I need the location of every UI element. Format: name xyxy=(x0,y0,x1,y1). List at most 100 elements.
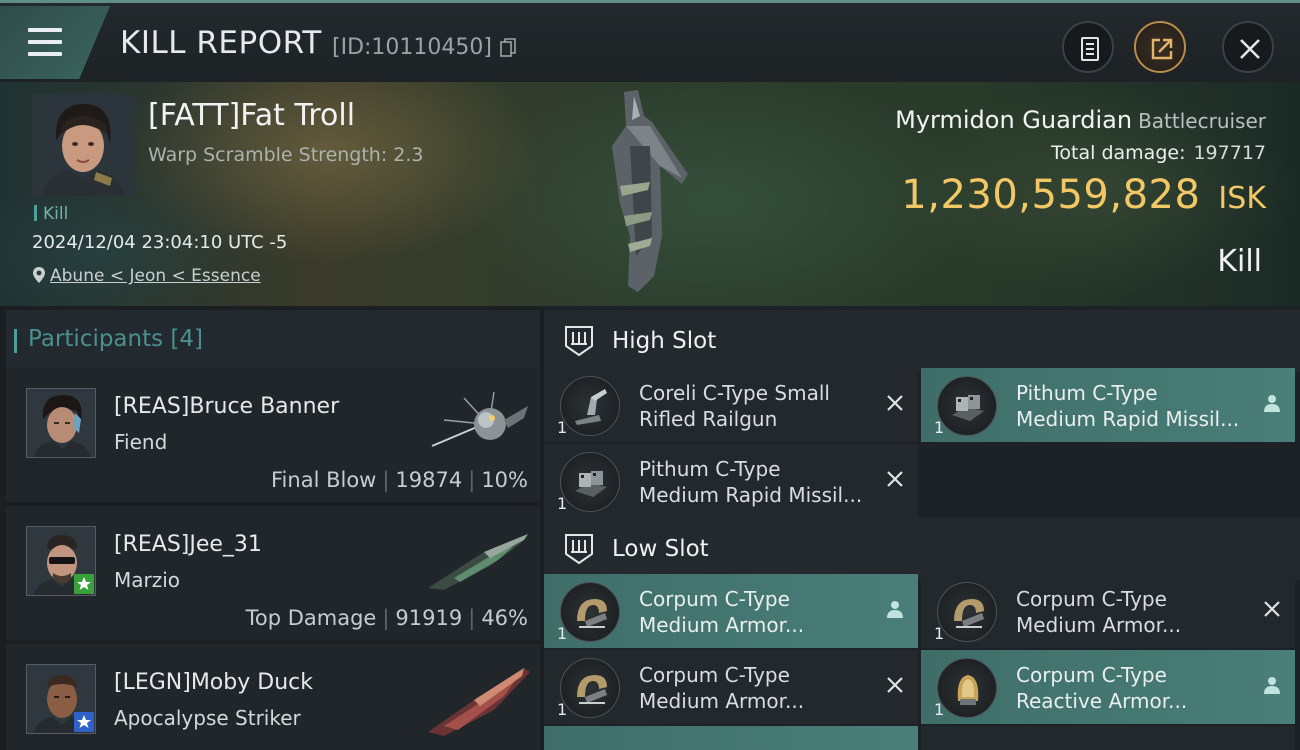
participant-ship: Fiend xyxy=(114,430,168,454)
module-item[interactable]: 1 Corpum C-Type Reactive Armor... xyxy=(921,650,1295,724)
low-slot-header: Low Slot xyxy=(544,518,1300,580)
module-quantity: 1 xyxy=(557,418,568,437)
dropped-person-icon xyxy=(887,601,903,618)
module-name: Corpum C-Type Medium Armor... xyxy=(639,663,805,713)
module-item[interactable]: 1 Pithum C-Type Medium Rapid Missil... xyxy=(544,444,918,518)
participant-damage: 91919 xyxy=(395,606,463,630)
module-name: Corpum C-Type Medium Armor... xyxy=(1016,587,1182,637)
isk-value-row: 1,230,559,828 ISK xyxy=(901,172,1266,218)
participant-avatar[interactable] xyxy=(26,664,96,734)
high-slot-icon xyxy=(565,326,593,357)
module-name: Pithum C-Type Medium Rapid Missil... xyxy=(639,457,863,507)
participant-percent: 46% xyxy=(481,606,528,630)
module-item[interactable]: 1 Corpum C-Type Medium Armor... xyxy=(544,574,918,648)
victim-name[interactable]: [FATT]Fat Troll xyxy=(148,98,355,133)
participant-name[interactable]: [REAS]Bruce Banner xyxy=(114,394,339,419)
total-damage-label: Total damage: xyxy=(1051,142,1186,164)
module-item[interactable] xyxy=(921,726,1295,750)
dropped-person-icon xyxy=(1264,677,1280,694)
module-name: Corpum C-Type Medium Armor... xyxy=(639,587,805,637)
destroyed-icon xyxy=(887,395,903,411)
participant-ship-image xyxy=(428,668,530,736)
module-item[interactable]: 1 Coreli C-Type Small Rifled Railgun xyxy=(544,368,918,442)
reactive-armor-icon xyxy=(937,658,997,718)
participant-ship: Marzio xyxy=(114,568,181,592)
module-name: Pithum C-Type Medium Rapid Missil... xyxy=(1016,381,1240,431)
low-slot-title: Low Slot xyxy=(612,536,709,562)
module-quantity: 1 xyxy=(557,700,568,719)
close-button[interactable] xyxy=(1222,21,1274,73)
module-name: Corpum C-Type Reactive Armor... xyxy=(1016,663,1188,713)
participant-row[interactable]: [LEGN]Moby Duck Apocalypse Striker xyxy=(6,644,540,750)
module-name: Coreli C-Type Small Rifled Railgun xyxy=(639,381,830,431)
module-quantity: 1 xyxy=(934,700,945,719)
share-icon xyxy=(1151,38,1173,60)
victim-ship-render xyxy=(612,90,688,292)
participant-damage: 19874 xyxy=(395,468,463,492)
destroyed-icon xyxy=(887,471,903,487)
victim-portrait[interactable] xyxy=(32,94,134,196)
module-quantity: 1 xyxy=(557,494,568,513)
isk-unit: ISK xyxy=(1218,181,1266,216)
hamburger-icon xyxy=(28,28,62,56)
participant-ship-image xyxy=(431,391,528,447)
document-icon xyxy=(1081,37,1099,61)
armor-module-icon xyxy=(560,582,620,642)
participant-role: Top Damage xyxy=(245,606,377,630)
destroyed-icon xyxy=(1264,601,1280,617)
module-quantity: 1 xyxy=(934,624,945,643)
isk-value: 1,230,559,828 xyxy=(901,172,1201,218)
location-link[interactable]: Abune < Jeon < Essence xyxy=(50,266,261,286)
close-icon xyxy=(1240,39,1260,59)
module-quantity: 1 xyxy=(557,624,568,643)
kill-datetime: 2024/12/04 23:04:10 UTC -5 xyxy=(32,232,288,253)
participant-percent: 10% xyxy=(481,468,528,492)
page-title: KILL REPORT xyxy=(120,25,322,61)
module-item[interactable]: 1 Corpum C-Type Medium Armor... xyxy=(921,574,1295,648)
module-item[interactable] xyxy=(544,726,918,750)
high-slot-header: High Slot xyxy=(544,310,1300,372)
module-item[interactable]: 1 Pithum C-Type Medium Rapid Missil... xyxy=(921,368,1295,442)
star-badge-icon xyxy=(74,574,94,594)
share-button[interactable] xyxy=(1134,21,1186,73)
armor-module-icon xyxy=(937,582,997,642)
module-item[interactable]: 1 Corpum C-Type Medium Armor... xyxy=(544,650,918,724)
participant-ship-image xyxy=(428,534,528,590)
participant-role: Final Blow xyxy=(271,468,377,492)
railgun-icon xyxy=(560,376,620,436)
total-damage: Total damage: 197717 xyxy=(1051,142,1266,164)
kill-type-tag: Kill xyxy=(34,204,68,224)
participant-ship: Apocalypse Striker xyxy=(114,706,301,730)
participant-stats: Final Blow | 19874 | 10% xyxy=(271,468,528,492)
copy-icon[interactable] xyxy=(500,38,516,58)
armor-module-icon xyxy=(560,658,620,718)
destroyed-icon xyxy=(887,677,903,693)
warp-scramble-strength: Warp Scramble Strength: 2.3 xyxy=(148,144,424,166)
participants-header: Participants [4] xyxy=(6,310,540,368)
menu-button[interactable] xyxy=(0,6,110,79)
missile-launcher-icon xyxy=(560,452,620,512)
header-bar: KILL REPORT [ID:10110450] xyxy=(0,0,1300,82)
high-slot-title: High Slot xyxy=(612,328,717,354)
participant-row[interactable]: [REAS]Bruce Banner Fiend Final Blow | 1987… xyxy=(6,368,540,502)
participants-title: Participants [4] xyxy=(13,326,204,353)
participants-count: [4] xyxy=(170,326,204,352)
fitting-panel: High Slot 1 Coreli C-Type Small Rifled Ra… xyxy=(544,306,1300,750)
dropped-person-icon xyxy=(1264,395,1280,412)
low-slot-icon xyxy=(565,534,593,565)
report-id: [ID:10110450] xyxy=(332,35,492,60)
kill-result-label: Kill xyxy=(1217,244,1262,279)
participant-name[interactable]: [REAS]Jee_31 xyxy=(114,532,262,557)
kill-location[interactable]: Abune < Jeon < Essence xyxy=(32,266,261,286)
total-damage-value: 197717 xyxy=(1193,142,1266,164)
star-badge-icon xyxy=(74,712,94,732)
participant-avatar[interactable] xyxy=(26,388,96,458)
victim-ship-name[interactable]: Myrmidon Guardian xyxy=(895,106,1132,134)
participant-avatar[interactable] xyxy=(26,526,96,596)
participants-panel: Participants [4] [REAS]Bruce Banner Fien… xyxy=(0,306,540,750)
participant-stats: Top Damage | 91919 | 46% xyxy=(245,606,528,630)
victim-ship-info: Myrmidon Guardian Battlecruiser xyxy=(895,106,1266,134)
participant-row[interactable]: [REAS]Jee_31 Marzio Top Damage | 91919 | 46% xyxy=(6,506,540,640)
report-button[interactable] xyxy=(1062,21,1114,73)
participant-name[interactable]: [LEGN]Moby Duck xyxy=(114,670,313,695)
